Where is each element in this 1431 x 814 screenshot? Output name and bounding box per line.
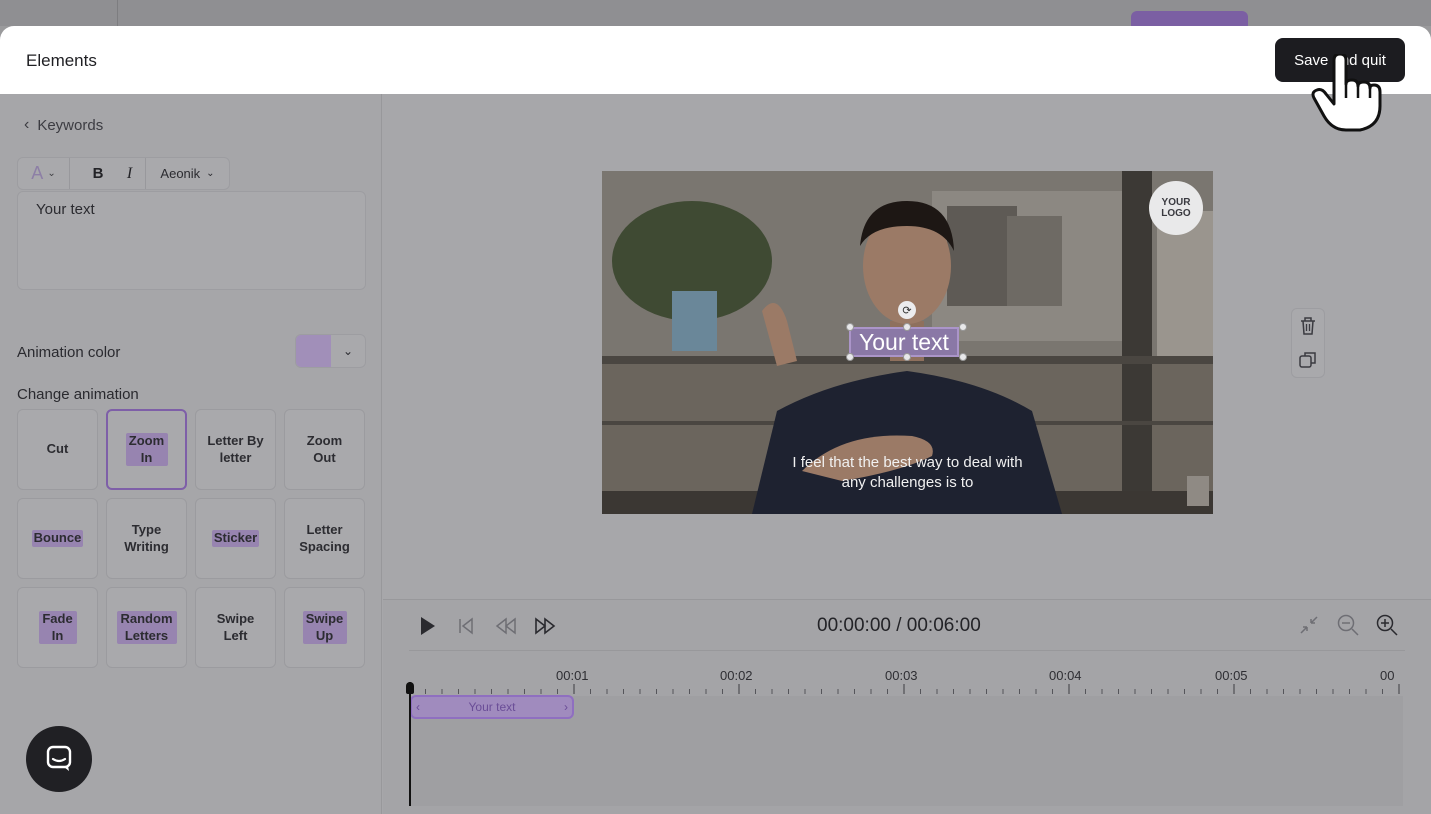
animation-label: Letter By letter: [207, 433, 264, 465]
font-name: Aeonik: [160, 166, 201, 181]
animation-label: Sticker: [211, 530, 260, 547]
italic-button[interactable]: I: [114, 158, 146, 189]
fast-forward-icon[interactable]: [534, 617, 556, 635]
rewind-icon[interactable]: [495, 617, 517, 635]
animation-tile-cut[interactable]: Cut: [17, 409, 98, 490]
elements-modal: Elements Save and quit ‹ Keywords A ⌄ B …: [0, 26, 1431, 814]
background-divider: [117, 0, 118, 26]
zoom-out-icon[interactable]: [1337, 614, 1359, 636]
logo-placeholder[interactable]: YOUR LOGO: [1149, 181, 1203, 235]
text-input[interactable]: Your text: [17, 191, 366, 290]
zoom-in-icon[interactable]: [1376, 614, 1398, 636]
animation-tile-bounce[interactable]: Bounce: [17, 498, 98, 579]
modal-header: Elements Save and quit: [0, 26, 1431, 94]
ruler-label: 00:01: [556, 668, 589, 683]
animation-tile-zoom-out[interactable]: Zoom Out: [284, 409, 365, 490]
color-swatch: [296, 335, 331, 367]
play-icon[interactable]: [419, 616, 437, 636]
background-app-header: [0, 0, 1431, 31]
chevron-down-icon: ⌄: [47, 168, 56, 179]
resize-handle[interactable]: [903, 353, 911, 361]
animation-label: Letter Spacing: [299, 522, 350, 554]
back-label: Keywords: [37, 116, 104, 134]
text-overlay[interactable]: Your text: [849, 327, 959, 357]
hand-cursor-icon: [1311, 54, 1382, 132]
animation-tile-swipe-left[interactable]: Swipe Left: [195, 587, 276, 668]
timeline-divider: [409, 650, 1405, 651]
text-color-dropdown[interactable]: A ⌄: [18, 158, 70, 189]
playhead[interactable]: [409, 682, 411, 806]
resize-handle[interactable]: [903, 323, 911, 331]
text-color-icon: A: [31, 163, 44, 183]
sidebar-panel: ‹ Keywords A ⌄ B I Aeonik ⌄ Your text An…: [0, 94, 382, 814]
fit-timeline-icon[interactable]: [1299, 615, 1319, 635]
animation-grid: Cut Zoom In Letter By letter Zoom Out Bo…: [17, 409, 365, 668]
bold-button[interactable]: B: [82, 158, 114, 189]
animation-label: Swipe Left: [216, 611, 255, 643]
animation-label: Swipe Up: [302, 611, 347, 644]
resize-handle[interactable]: [959, 323, 967, 331]
animation-tile-random-letters[interactable]: Random Letters: [106, 587, 187, 668]
ruler-label: 00: [1380, 668, 1395, 683]
trash-icon[interactable]: [1299, 316, 1317, 336]
subtitle-text: I feel that the best way to deal with an…: [792, 454, 1023, 492]
timeline-clip[interactable]: ‹ Your text ›: [410, 695, 574, 719]
time-display: 00:00:00 / 00:06:00: [817, 615, 981, 636]
playback-controls: 00:00:00 / 00:06:00: [383, 600, 1431, 650]
chevron-left-icon: ‹: [24, 116, 30, 133]
rotate-handle-icon[interactable]: ⟳: [898, 301, 916, 319]
animation-tile-swipe-up[interactable]: Swipe Up: [284, 587, 365, 668]
chat-support-button[interactable]: [26, 726, 92, 792]
timeline-panel: 00:00:00 / 00:06:00 00:01 00:02 00:03 00…: [383, 599, 1431, 814]
chevron-down-icon: ⌄: [206, 168, 215, 179]
animation-label: Type Writing: [124, 522, 169, 554]
ruler-label: 00:04: [1049, 668, 1082, 683]
change-animation-label: Change animation: [17, 386, 139, 403]
animation-label: Random Letters: [116, 611, 177, 644]
ruler-label: 00:02: [720, 668, 753, 683]
resize-handle[interactable]: [846, 323, 854, 331]
chevron-left-icon[interactable]: ‹: [416, 700, 420, 714]
animation-label: Fade In: [38, 611, 77, 644]
animation-tile-sticker[interactable]: Sticker: [195, 498, 276, 579]
subtitle-caption: I feel that the best way to deal with an…: [602, 453, 1213, 494]
animation-tile-letter-spacing[interactable]: Letter Spacing: [284, 498, 365, 579]
animation-color-label: Animation color: [17, 344, 121, 361]
animation-color-picker[interactable]: ⌄: [295, 334, 366, 368]
element-actions: [1291, 308, 1325, 378]
animation-tile-zoom-in[interactable]: Zoom In: [106, 409, 187, 490]
animation-tile-fade-in[interactable]: Fade In: [17, 587, 98, 668]
duplicate-icon[interactable]: [1298, 350, 1318, 370]
chevron-down-icon: ⌄: [342, 344, 354, 358]
playhead-handle[interactable]: [406, 682, 414, 694]
font-dropdown[interactable]: Aeonik ⌄: [146, 158, 229, 189]
resize-handle[interactable]: [846, 353, 854, 361]
video-preview[interactable]: YOUR LOGO ⟳ Your text I feel that the be…: [602, 171, 1213, 514]
animation-label: Bounce: [31, 530, 84, 547]
animation-label: Cut: [46, 441, 69, 457]
text-format-toolbar: A ⌄ B I Aeonik ⌄: [17, 157, 230, 190]
back-to-keywords-link[interactable]: ‹ Keywords: [24, 116, 103, 134]
chevron-right-icon[interactable]: ›: [564, 700, 568, 714]
animation-tile-type-writing[interactable]: Type Writing: [106, 498, 187, 579]
animation-label: Zoom Out: [306, 433, 343, 465]
clip-label: Your text: [468, 700, 516, 714]
chat-icon: [46, 745, 72, 771]
skip-to-start-icon[interactable]: [458, 617, 474, 635]
animation-tile-letter-by-letter[interactable]: Letter By letter: [195, 409, 276, 490]
ruler-label: 00:03: [885, 668, 918, 683]
ruler-label: 00:05: [1215, 668, 1248, 683]
modal-title: Elements: [26, 51, 97, 70]
preview-stage: YOUR LOGO ⟳ Your text I feel that the be…: [383, 94, 1431, 599]
timeline-ruler-ticks: [425, 684, 1400, 694]
resize-handle[interactable]: [959, 353, 967, 361]
animation-label: Zoom In: [125, 433, 168, 466]
